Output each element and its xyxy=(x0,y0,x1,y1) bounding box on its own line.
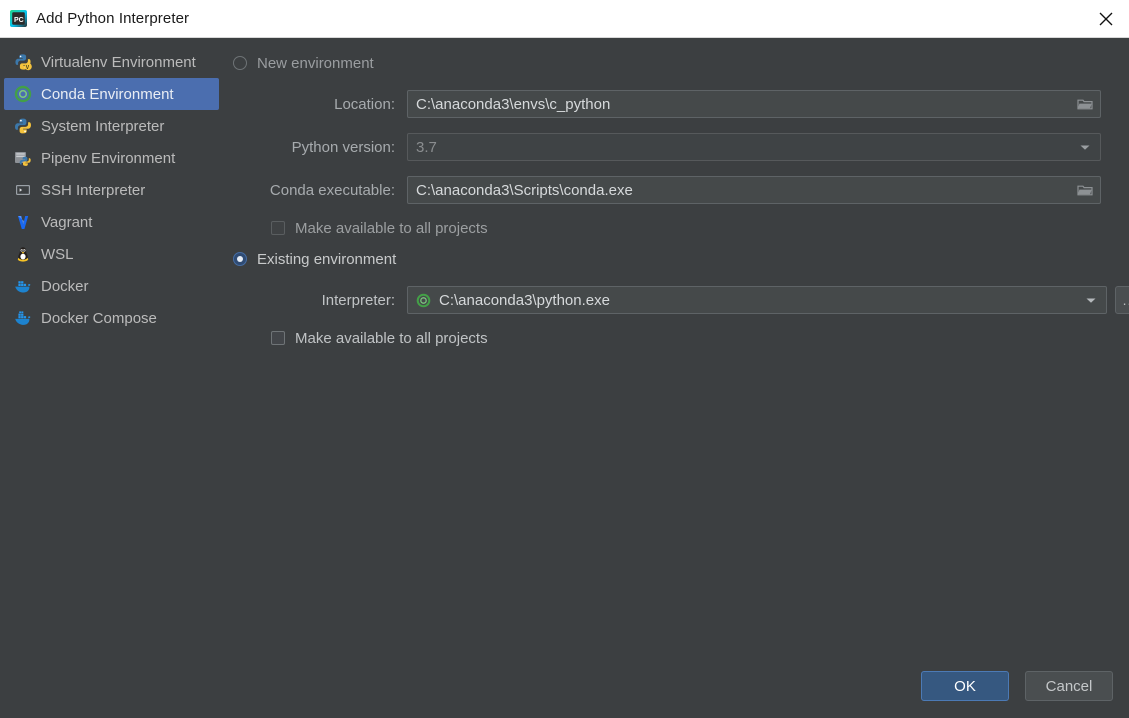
interpreter-label: Interpreter: xyxy=(321,291,395,309)
new-env-make-available-label: Make available to all projects xyxy=(295,219,488,237)
cancel-button[interactable]: Cancel xyxy=(1025,671,1113,701)
folder-icon[interactable] xyxy=(1070,91,1100,117)
sidebar-item-vagrant[interactable]: Vagrant xyxy=(4,206,219,238)
sidebar-item-label: SSH Interpreter xyxy=(41,181,146,199)
existing-env-make-available-checkbox[interactable] xyxy=(271,331,285,345)
new-environment-radio[interactable] xyxy=(233,56,247,70)
pycharm-icon: PC xyxy=(10,10,27,27)
folder-icon[interactable] xyxy=(1070,177,1100,203)
sidebar-item-label: Docker Compose xyxy=(41,309,157,327)
python-virtualenv-icon: V xyxy=(14,53,32,71)
new-environment-label: New environment xyxy=(257,54,374,72)
location-row: Location: C:\anaconda3\envs\c_python xyxy=(225,89,1129,119)
svg-text:PC: PC xyxy=(14,17,24,24)
linux-penguin-icon xyxy=(14,245,32,263)
sidebar-item-docker-compose[interactable]: Docker Compose xyxy=(4,302,219,334)
ssh-terminal-icon xyxy=(14,181,32,199)
existing-env-make-available-label: Make available to all projects xyxy=(295,329,488,347)
chevron-down-icon[interactable] xyxy=(1076,287,1106,313)
pipenv-icon xyxy=(14,149,32,167)
sidebar-item-virtualenv-environment[interactable]: V Virtualenv Environment xyxy=(4,46,219,78)
sidebar-item-label: System Interpreter xyxy=(41,117,165,135)
existing-environment-radio[interactable] xyxy=(233,252,247,266)
sidebar-item-label: Virtualenv Environment xyxy=(41,53,196,71)
docker-whale-icon xyxy=(14,277,32,295)
conda-executable-label: Conda executable: xyxy=(269,181,395,199)
location-label: Location: xyxy=(334,95,395,113)
conda-icon xyxy=(416,293,431,308)
interpreter-value: C:\anaconda3\python.exe xyxy=(439,291,610,309)
interpreter-settings-panel: New environment Location: C:\anaconda3\e… xyxy=(225,38,1129,718)
new-environment-radio-row[interactable]: New environment xyxy=(233,50,1129,76)
vagrant-icon xyxy=(14,213,32,231)
sidebar-item-label: Pipenv Environment xyxy=(41,149,176,167)
title-bar: PC Add Python Interpreter xyxy=(0,0,1129,38)
sidebar-item-label: Conda Environment xyxy=(41,85,174,103)
location-input[interactable]: C:\anaconda3\envs\c_python xyxy=(407,90,1101,118)
chevron-down-icon[interactable] xyxy=(1070,134,1100,160)
ok-button-label: OK xyxy=(954,677,976,695)
python-version-value: 3.7 xyxy=(416,138,437,156)
dialog-footer: OK Cancel xyxy=(921,671,1113,701)
sidebar-item-label: WSL xyxy=(41,245,74,263)
sidebar-item-docker[interactable]: Docker xyxy=(4,270,219,302)
existing-env-make-available-row[interactable]: Make available to all projects xyxy=(225,326,1129,350)
sidebar-item-label: Vagrant xyxy=(41,213,93,231)
interpreter-type-sidebar: V Virtualenv Environment Conda Environme… xyxy=(0,38,225,718)
conda-executable-row: Conda executable: C:\anaconda3\Scripts\c… xyxy=(225,175,1129,205)
sidebar-item-system-interpreter[interactable]: System Interpreter xyxy=(4,110,219,142)
cancel-button-label: Cancel xyxy=(1045,677,1093,695)
ellipsis-button-label: ... xyxy=(1122,292,1129,308)
existing-environment-radio-row[interactable]: Existing environment xyxy=(233,246,1129,272)
python-version-row: Python version: 3.7 xyxy=(225,132,1129,162)
python-version-select[interactable]: 3.7 xyxy=(407,133,1101,161)
interpreter-row: Interpreter: C:\anaconda3\python.exe ... xyxy=(225,285,1129,315)
close-icon[interactable] xyxy=(1083,0,1129,37)
sidebar-item-wsl[interactable]: WSL xyxy=(4,238,219,270)
conda-icon xyxy=(14,85,32,103)
ellipsis-button[interactable]: ... xyxy=(1115,286,1129,314)
sidebar-item-conda-environment[interactable]: Conda Environment xyxy=(4,78,219,110)
docker-compose-icon xyxy=(14,309,32,327)
ok-button[interactable]: OK xyxy=(921,671,1009,701)
python-icon xyxy=(14,117,32,135)
conda-executable-input[interactable]: C:\anaconda3\Scripts\conda.exe xyxy=(407,176,1101,204)
sidebar-item-label: Docker xyxy=(41,277,89,295)
new-env-make-available-row[interactable]: Make available to all projects xyxy=(225,216,1129,240)
python-version-label: Python version: xyxy=(291,138,395,156)
window-title: Add Python Interpreter xyxy=(36,10,190,27)
existing-environment-label: Existing environment xyxy=(257,250,397,268)
sidebar-item-pipenv-environment[interactable]: Pipenv Environment xyxy=(4,142,219,174)
interpreter-select[interactable]: C:\anaconda3\python.exe xyxy=(407,286,1107,314)
conda-executable-value: C:\anaconda3\Scripts\conda.exe xyxy=(416,181,633,199)
dialog-body: V Virtualenv Environment Conda Environme… xyxy=(0,38,1129,718)
location-value: C:\anaconda3\envs\c_python xyxy=(416,95,611,113)
sidebar-item-ssh-interpreter[interactable]: SSH Interpreter xyxy=(4,174,219,206)
new-env-make-available-checkbox[interactable] xyxy=(271,221,285,235)
